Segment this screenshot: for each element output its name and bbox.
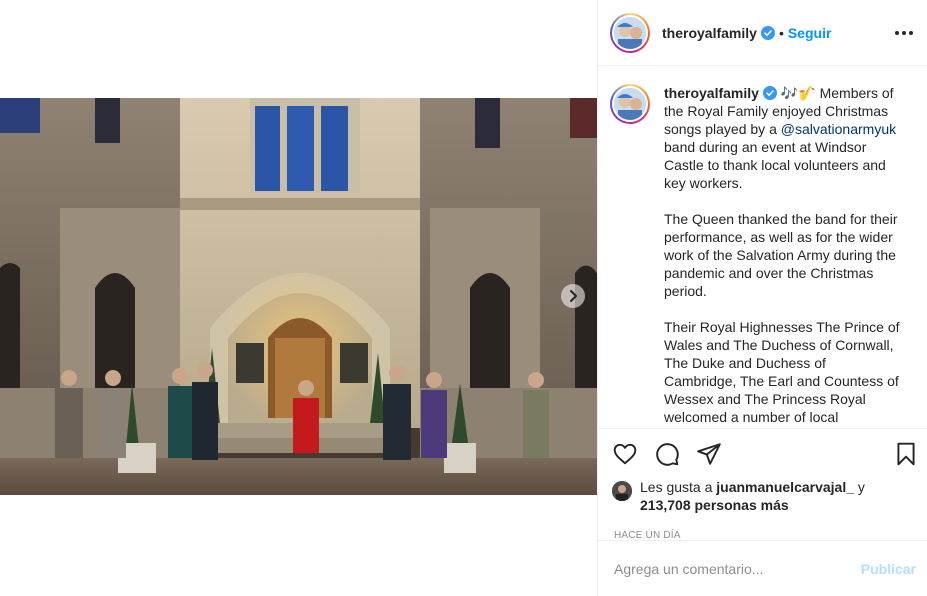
caption-emoji: 🎶🎷 (780, 85, 816, 101)
caption-avatar[interactable] (610, 84, 650, 124)
post-side-panel: theroyalfamily • Seguir theroyalfamily 🎶… (597, 0, 927, 596)
add-comment-bar: Publicar (598, 540, 927, 596)
likes-joiner: y (854, 479, 865, 495)
avatar-image (614, 88, 646, 120)
heart-icon[interactable] (612, 441, 638, 467)
caption-paragraph-3: Their Royal Highnesses The Prince of Wal… (664, 319, 900, 428)
bookmark-icon[interactable] (893, 441, 919, 467)
likes-summary: Les gusta a juanmanuelcarvajal_ y 213,70… (598, 478, 927, 514)
profile-avatar[interactable] (610, 12, 650, 53)
comment-icon[interactable] (654, 441, 680, 467)
likes-count[interactable]: 213,708 personas más (640, 497, 789, 513)
avatar-image (612, 481, 632, 501)
follow-button[interactable]: Seguir (788, 25, 832, 41)
post-header: theroyalfamily • Seguir (598, 0, 927, 66)
liker-username[interactable]: juanmanuelcarvajal_ (716, 479, 854, 495)
post-photo[interactable] (0, 98, 597, 495)
caption-username[interactable]: theroyalfamily (664, 85, 759, 101)
caption-paragraph-2: The Queen thanked the band for their per… (664, 211, 902, 299)
post-media (0, 0, 597, 596)
likes-prefix: Les gusta a (640, 479, 717, 495)
liker-avatar[interactable] (612, 481, 632, 501)
comments-area[interactable]: theroyalfamily 🎶🎷 Members of the Royal F… (598, 66, 927, 428)
verified-badge-icon (760, 25, 775, 40)
mention-link[interactable]: @salvationarmyuk (781, 121, 896, 137)
avatar-image (614, 16, 646, 49)
action-bar (598, 428, 927, 478)
header-username[interactable]: theroyalfamily (662, 25, 757, 41)
post-timestamp[interactable]: HACE UN DÍA (598, 514, 927, 541)
separator-dot: • (778, 24, 784, 41)
publish-button[interactable]: Publicar (861, 561, 916, 577)
paper-plane-icon[interactable] (696, 441, 722, 467)
more-options-icon[interactable] (895, 30, 913, 35)
post-caption: theroyalfamily 🎶🎷 Members of the Royal F… (664, 84, 902, 428)
verified-badge-icon (762, 86, 777, 100)
windsor-castle-photo (0, 98, 597, 495)
next-photo-button[interactable] (561, 284, 585, 308)
comment-input[interactable] (614, 560, 861, 577)
chevron-right-icon (570, 290, 577, 302)
